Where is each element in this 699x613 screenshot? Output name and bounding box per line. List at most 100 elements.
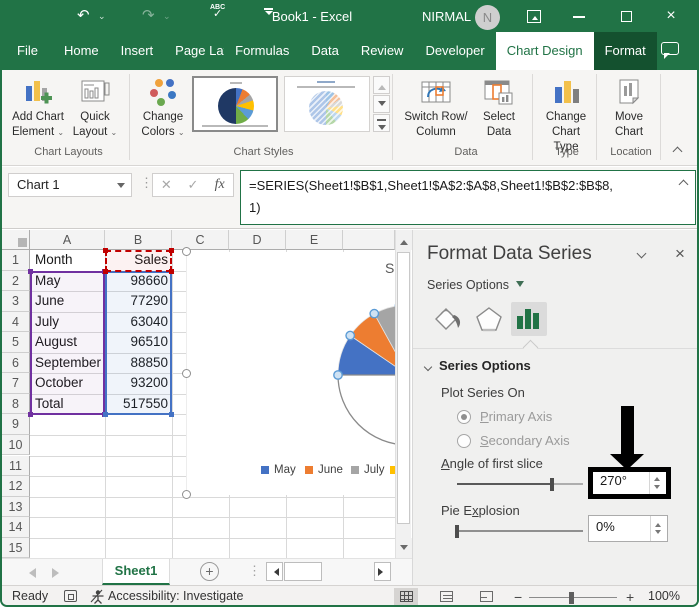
comments-icon[interactable] [661,42,679,59]
row-header-3[interactable]: 3 [2,291,30,312]
gallery-scroll-up-button[interactable] [373,76,390,94]
tab-chart-design[interactable]: Chart Design [495,32,594,70]
sheet-tab-sheet1[interactable]: Sheet1 [102,559,170,585]
sheet-nav-left-icon[interactable] [24,568,36,578]
redo-icon[interactable]: ↷ [142,6,155,24]
tab-data[interactable]: Data [300,32,349,70]
collapse-formula-bar-icon[interactable] [678,179,689,190]
chart-object[interactable]: Sales MayJuneJulyAugust [186,252,395,495]
primary-axis-radio-circle[interactable] [457,409,471,424]
series-options-icon[interactable] [511,302,547,336]
undo-dropdown-icon[interactable]: ⌄ [98,11,106,22]
page-break-view-icon[interactable] [474,588,498,605]
row-header-12[interactable]: 12 [2,476,30,497]
row-header-8[interactable]: 8 [2,393,30,415]
tab-developer[interactable]: Developer [414,32,495,70]
slice-selection-handle[interactable] [333,370,343,380]
tab-insert[interactable]: Insert [110,32,165,70]
zoom-out-icon[interactable]: − [514,589,522,605]
scroll-up-icon[interactable] [396,230,412,250]
explosion-spinner[interactable] [650,516,667,541]
pane-close-icon[interactable]: × [675,244,685,264]
scroll-down-icon[interactable] [396,538,412,558]
row-header-5[interactable]: 5 [2,332,30,353]
column-header-C[interactable]: C [172,230,229,250]
minimize-button[interactable] [562,2,596,32]
spelling-icon[interactable]: ABC ✓ [210,4,225,20]
values-range-B2-B8-handle[interactable] [169,412,174,418]
tab-review[interactable]: Review [350,32,415,70]
category-range-A2-A8-handle[interactable] [28,412,33,418]
gallery-scroll-down-button[interactable] [373,95,390,113]
tab-format[interactable]: Format [593,32,657,70]
explosion-slider-thumb[interactable] [455,524,459,538]
effects-icon[interactable] [471,302,507,336]
chart-style-1-thumbnail[interactable] [192,76,278,132]
slice-selection-handle[interactable] [345,330,356,341]
category-range-A2-A8-handle[interactable] [28,268,33,274]
series-name-range-B1-handle[interactable] [169,248,174,253]
legend-item-july[interactable]: July [351,464,384,476]
pie-slice-total[interactable] [337,374,395,445]
normal-view-icon[interactable] [394,588,418,605]
zoom-in-icon[interactable]: + [626,589,634,605]
cancel-icon[interactable]: ✕ [153,174,180,196]
secondary-axis-radio[interactable]: Secondary Axis [457,433,570,448]
page-layout-view-icon[interactable] [434,588,458,605]
select-all-button[interactable] [2,230,30,250]
column-header-A[interactable]: A [30,230,105,250]
chart-handle-mid-left[interactable] [182,369,191,378]
row-header-6[interactable]: 6 [2,352,30,374]
values-range-B2-B8-handle[interactable] [103,412,108,418]
tab-page-layout[interactable]: Page Layout [164,32,224,70]
vertical-scrollbar-thumb[interactable] [397,252,410,524]
hscroll-right-icon[interactable] [374,562,391,581]
cell-A1[interactable]: Month [35,250,101,271]
tab-file[interactable]: File [2,32,53,70]
primary-axis-radio[interactable]: Primary Axis [457,409,552,424]
gallery-more-button[interactable] [373,114,390,132]
accessibility-icon[interactable] [90,589,105,604]
zoom-slider-thumb[interactable] [569,592,574,604]
sheet-nav-right-icon[interactable] [52,568,64,578]
enter-icon[interactable]: ✓ [180,174,207,196]
row-header-4[interactable]: 4 [2,311,30,333]
angle-slider-thumb[interactable] [549,477,554,491]
angle-spinner[interactable] [649,472,666,494]
fill-line-icon[interactable] [429,302,465,336]
column-header-B[interactable]: B [105,230,172,250]
tab-formulas[interactable]: Formulas [224,32,300,70]
undo-icon[interactable]: ↶ [77,6,90,24]
series-options-section-header[interactable]: Series Options [423,358,531,373]
series-name-range-B1-handle[interactable] [169,268,174,274]
insert-function-icon[interactable]: fx [206,174,233,196]
avatar[interactable]: N [475,5,500,30]
tab-strip-resize-handle[interactable]: ⋮ [248,563,261,579]
accessibility-status[interactable]: Accessibility: Investigate [108,589,243,603]
explosion-spinbox[interactable]: 0% [588,515,668,542]
vertical-scrollbar[interactable] [395,230,412,558]
pane-collapse-icon[interactable] [636,248,647,259]
chart-handle-bottom-left[interactable] [182,490,191,499]
hscroll-left-icon[interactable] [266,562,283,581]
maximize-button[interactable] [610,2,644,32]
formula-input[interactable]: =SERIES(Sheet1!$B$1,Sheet1!$A$2:$A$8,She… [240,170,696,225]
angle-spinbox[interactable]: 270° [593,472,666,494]
chart-handle-top-left[interactable] [182,247,191,256]
row-header-2[interactable]: 2 [2,270,30,292]
row-header-15[interactable]: 15 [2,537,30,558]
secondary-axis-radio-circle[interactable] [457,433,471,448]
row-header-1[interactable]: 1 [2,250,30,271]
macro-record-icon[interactable] [64,590,77,602]
series-options-dropdown[interactable]: Series Options [427,278,524,292]
column-header-f[interactable] [343,230,395,250]
chart-title[interactable]: Sales [385,260,395,276]
name-box[interactable]: Chart 1 [8,173,132,197]
row-header-10[interactable]: 10 [2,434,30,456]
slice-selection-handle[interactable] [369,308,380,319]
zoom-level[interactable]: 100% [648,589,680,603]
explosion-slider-track[interactable] [455,524,583,538]
tab-home[interactable]: Home [53,32,110,70]
user-name[interactable]: NIRMAL [422,9,471,24]
legend-item-june[interactable]: June [305,464,343,476]
